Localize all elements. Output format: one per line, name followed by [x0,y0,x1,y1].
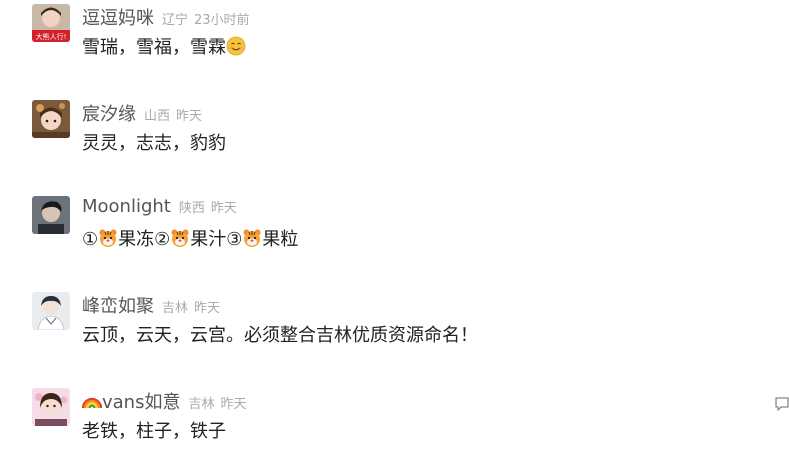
list-marker: ① [82,229,99,250]
list-word: 果粒 [262,229,299,250]
avatar[interactable] [32,388,70,426]
username[interactable]: 峰峦如聚 [82,292,154,318]
avatar[interactable] [32,196,70,234]
avatar[interactable] [32,292,70,330]
list-word: 果汁 [190,229,227,250]
timestamp: 23小时前 [194,13,250,28]
tiger-face-emoji [243,229,261,247]
timestamp: 昨天 [210,201,237,216]
username[interactable]: 宸汐缘 [82,100,136,126]
comment-meta: vans如意 吉林 昨天 [82,388,247,414]
comment-item: 峰峦如聚 吉林 昨天 云顶，云天，云宫。必须整合吉林优质资源命名！ [32,292,789,352]
comment-text: 老铁，柱子，铁子 [82,421,226,442]
comment-item: 宸汐缘 山西 昨天 灵灵，志志，豹豹 [32,100,789,160]
timestamp: 昨天 [220,397,247,412]
reply-icon[interactable] [774,396,789,412]
comment-text: ① 果冻② 果汁③ 果粒 [82,228,298,252]
list-marker: ② [154,229,171,250]
username[interactable]: vans如意 [82,388,180,414]
comment-meta: 逗逗妈咪 辽宁 23小时前 [82,4,250,30]
location: 吉林 [188,397,215,412]
comment-meta: 峰峦如聚 吉林 昨天 [82,292,221,318]
avatar[interactable] [32,100,70,138]
comment-meta: 宸汐缘 山西 昨天 [82,100,203,126]
location: 陕西 [178,201,205,216]
comment-item: vans如意 吉林 昨天 老铁，柱子，铁子 [32,388,789,448]
username[interactable]: Moonlight [82,196,171,217]
avatar-badge-text: 大熊人行! [36,32,67,41]
comment-text: 云顶，云天，云宫。必须整合吉林优质资源命名！ [82,325,478,346]
list-marker: ③ [226,229,243,250]
comment-item: Moonlight 陕西 昨天 ① 果冻② 果汁③ 果粒 [32,196,789,256]
comment-text: 灵灵，志志，豹豹 [82,133,226,154]
rainbow-emoji [82,397,102,409]
timestamp: 昨天 [176,109,203,124]
avatar[interactable]: 大熊人行! [32,4,70,42]
timestamp: 昨天 [194,301,221,316]
tiger-face-emoji [171,229,189,247]
comment-item: 大熊人行! 逗逗妈咪 辽宁 23小时前 雪瑞，雪福，雪霖 [32,4,789,64]
tiger-face-emoji [99,229,117,247]
list-word: 果冻 [118,229,155,250]
username-text: vans如意 [102,392,181,413]
comment-text: 雪瑞，雪福，雪霖 [82,36,246,60]
location: 吉林 [162,301,189,316]
location: 山西 [144,109,171,124]
comment-text-body: 雪瑞，雪福，雪霖 [82,37,226,58]
smiling-face-emoji [226,36,246,56]
comment-meta: Moonlight 陕西 昨天 [82,196,237,220]
location: 辽宁 [162,13,189,28]
username[interactable]: 逗逗妈咪 [82,4,154,30]
